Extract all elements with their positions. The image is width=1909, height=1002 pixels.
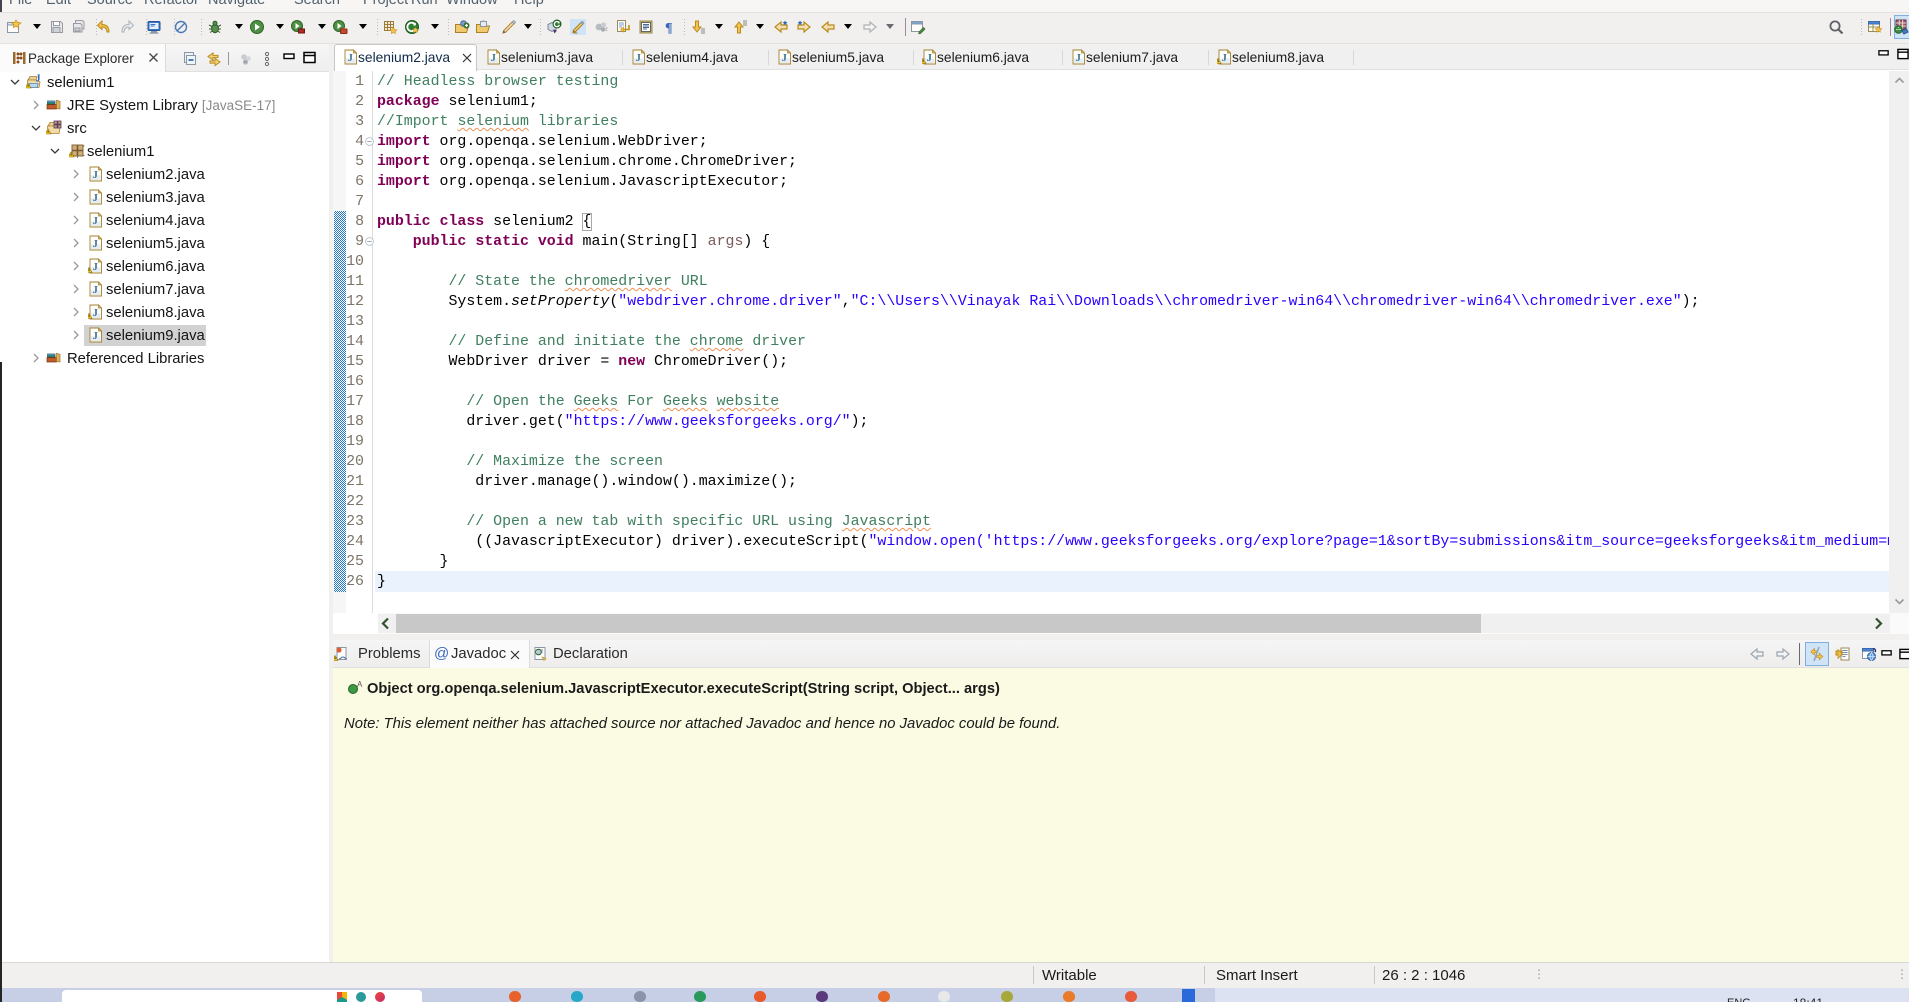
svg-text:J: J <box>348 53 353 64</box>
svg-text:J: J <box>93 216 98 227</box>
svg-text:J: J <box>93 239 98 250</box>
svg-text:J: J <box>491 53 496 64</box>
svg-text:J: J <box>93 262 98 273</box>
svg-text:J: J <box>93 193 98 204</box>
svg-text:J: J <box>36 74 41 85</box>
svg-text:A: A <box>357 680 363 689</box>
svg-text:¶: ¶ <box>665 21 673 35</box>
svg-text:J: J <box>93 285 98 296</box>
svg-text:J: J <box>1076 53 1081 64</box>
svg-text:J: J <box>782 53 787 64</box>
svg-text:J: J <box>93 308 98 319</box>
svg-text:J: J <box>93 170 98 181</box>
svg-text:J: J <box>93 331 98 342</box>
svg-text:J: J <box>927 53 932 64</box>
svg-text:J: J <box>1222 53 1227 64</box>
svg-text:J: J <box>636 53 641 64</box>
